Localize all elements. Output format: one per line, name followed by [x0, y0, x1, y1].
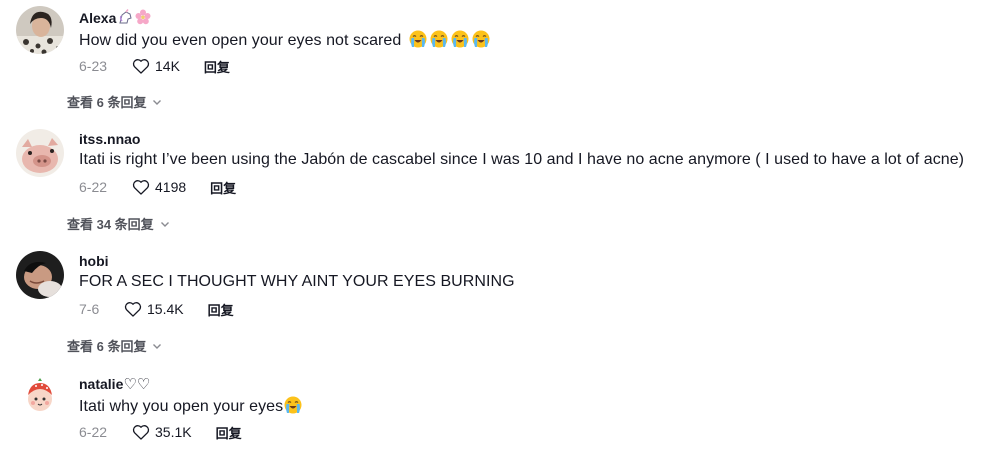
- username[interactable]: Alexa: [79, 9, 151, 26]
- avatar[interactable]: [16, 373, 64, 421]
- like-button[interactable]: 35.1K: [131, 422, 192, 442]
- chevron-down-icon: [153, 99, 162, 105]
- like-count: 35.1K: [155, 424, 192, 440]
- like-count: 4198: [155, 179, 187, 195]
- comment-text: How did you even open your eyes not scar…: [79, 30, 490, 50]
- heart-outline-icon: [132, 180, 150, 195]
- avatar-image: [16, 373, 64, 421]
- comment-text-content: Itati why you open your eyes: [79, 398, 284, 415]
- heart-outline-icon: [132, 59, 150, 74]
- view-replies-button[interactable]: 查看 6 条回复: [67, 336, 163, 355]
- avatar-image: [16, 6, 64, 54]
- comment-text: FOR A SEC I THOUGHT WHY AINT YOUR EYES B…: [79, 273, 515, 290]
- like-count: 15.4K: [147, 301, 184, 317]
- avatar[interactable]: [16, 6, 64, 54]
- loudly-crying-emoji: [451, 30, 469, 48]
- avatar-image: [16, 129, 64, 177]
- reply-button[interactable]: 回复: [204, 57, 230, 76]
- comment-meta: 7-6 15.4K 回复: [79, 299, 234, 319]
- view-replies-label: 查看 34 条回复: [67, 217, 154, 232]
- comment-text-content: How did you even open your eyes not scar…: [79, 32, 402, 49]
- avatar-image: [16, 251, 64, 299]
- username[interactable]: hobi: [79, 253, 109, 269]
- loudly-crying-emoji: [284, 396, 302, 414]
- username-text: Alexa: [79, 10, 117, 26]
- view-replies-button[interactable]: 查看 6 条回复: [67, 92, 163, 111]
- avatar[interactable]: [16, 129, 64, 177]
- comment-date: 6-22: [79, 424, 108, 440]
- reply-button[interactable]: 回复: [210, 178, 236, 197]
- view-replies-label: 查看 6 条回复: [67, 339, 147, 354]
- comment-meta: 6-22 4198 回复: [79, 177, 236, 197]
- loudly-crying-emoji: [409, 30, 427, 48]
- username[interactable]: natalie♡♡: [79, 375, 150, 393]
- comment-text: Itati why you open your eyes: [79, 396, 302, 416]
- avatar[interactable]: [16, 251, 64, 299]
- view-replies-button[interactable]: 查看 34 条回复: [67, 214, 171, 233]
- like-button[interactable]: 4198: [131, 177, 186, 197]
- loudly-crying-emoji: [472, 30, 490, 48]
- cherry-blossom-emoji: [135, 9, 151, 25]
- comment-meta: 6-23 14K 回复: [79, 56, 230, 76]
- like-button[interactable]: 14K: [131, 56, 180, 76]
- chevron-down-icon: [160, 221, 169, 227]
- view-replies-label: 查看 6 条回复: [67, 95, 147, 110]
- comment-meta: 6-22 35.1K 回复: [79, 422, 242, 442]
- comment-date: 6-22: [79, 179, 108, 195]
- username[interactable]: itss.nnao: [79, 131, 140, 147]
- loudly-crying-emoji: [430, 30, 448, 48]
- comment-date: 7-6: [79, 301, 100, 317]
- heart-outline-icon: [132, 425, 150, 440]
- username-text: natalie: [79, 376, 124, 392]
- unicorn-emoji: [117, 9, 133, 25]
- reply-button[interactable]: 回复: [216, 423, 242, 442]
- chevron-down-icon: [153, 343, 162, 349]
- reply-button[interactable]: 回复: [208, 300, 234, 319]
- like-count: 14K: [155, 58, 180, 74]
- comment-text: Itati is right I’ve been using the Jabón…: [79, 151, 965, 168]
- username-suffix: ♡♡: [123, 376, 151, 393]
- like-button[interactable]: 15.4K: [123, 299, 184, 319]
- heart-outline-icon: [124, 302, 142, 317]
- comment-date: 6-23: [79, 58, 108, 74]
